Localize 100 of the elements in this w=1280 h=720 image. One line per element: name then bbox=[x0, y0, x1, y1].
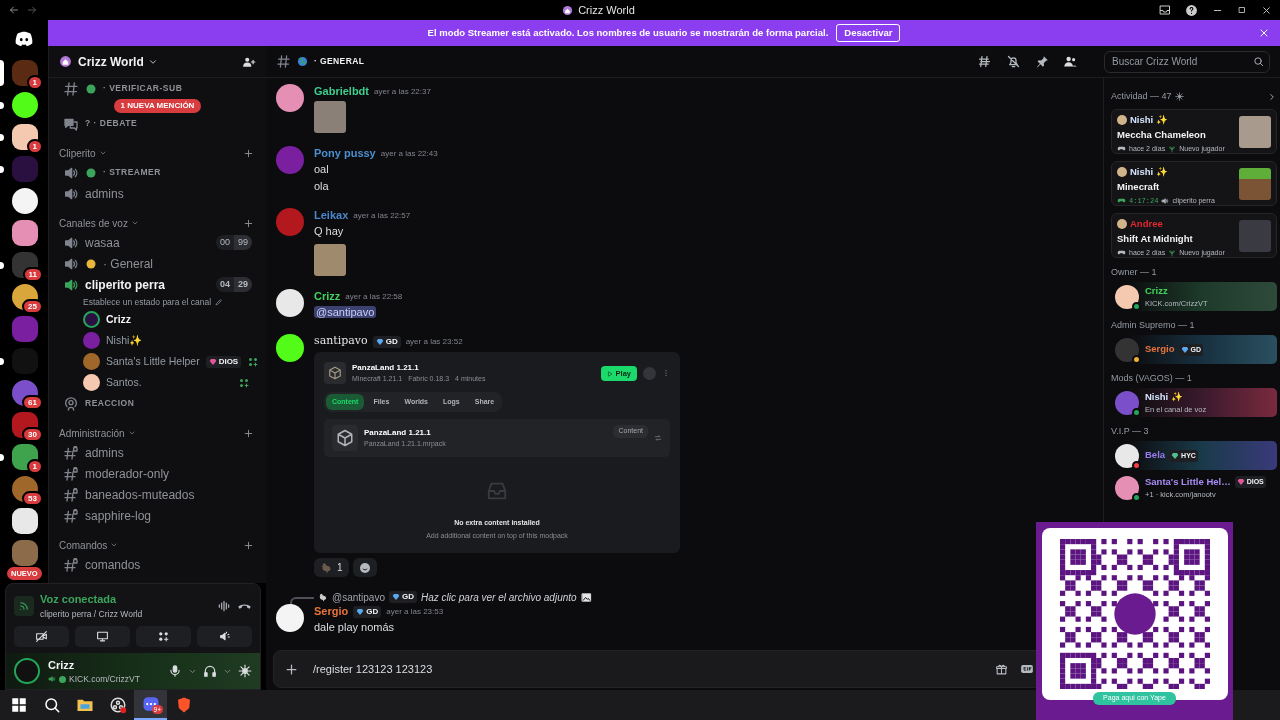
channel-item[interactable]: admins bbox=[57, 442, 258, 463]
headphones-icon[interactable] bbox=[203, 664, 217, 679]
username: Bela bbox=[1145, 448, 1166, 463]
group-title: Mods (VAGOS) — 1 bbox=[1111, 372, 1193, 385]
username: Sergio bbox=[1145, 342, 1175, 357]
user-avatar[interactable] bbox=[276, 84, 304, 112]
message-text: dale play nomás bbox=[314, 620, 396, 635]
waveform-icon[interactable] bbox=[217, 598, 231, 613]
voice-channel-name[interactable]: cliperito perra / Crizz World bbox=[40, 607, 143, 621]
pin-icon[interactable] bbox=[1035, 54, 1049, 69]
username[interactable]: santipavo bbox=[314, 333, 368, 350]
screen-share-button[interactable] bbox=[75, 626, 130, 648]
pencil-icon[interactable] bbox=[215, 298, 224, 306]
add-channel-icon[interactable] bbox=[243, 427, 254, 439]
server-icon bbox=[59, 55, 72, 68]
user-avatar[interactable] bbox=[276, 334, 304, 362]
message-text: oal bbox=[314, 162, 330, 177]
help-icon[interactable] bbox=[1185, 3, 1198, 17]
channel-item[interactable]: comandos bbox=[57, 554, 258, 575]
channel-item[interactable]: cliperito perra 04 29 bbox=[57, 274, 258, 295]
server-icon[interactable] bbox=[12, 508, 38, 534]
channel-item[interactable]: wasaa 00 99 bbox=[57, 232, 258, 253]
unread-count-badge: 53 bbox=[22, 491, 43, 506]
category-header[interactable]: Administración bbox=[59, 425, 243, 441]
channel-item[interactable]: · General bbox=[57, 253, 258, 274]
user-mention[interactable]: @santipavo bbox=[314, 306, 377, 318]
username: Crizz bbox=[1145, 283, 1168, 298]
close-icon[interactable] bbox=[1258, 27, 1270, 39]
tag-label: GD bbox=[366, 605, 379, 618]
server-icon[interactable] bbox=[12, 188, 38, 214]
gif-icon[interactable] bbox=[1020, 662, 1034, 676]
channel-item[interactable]: admins bbox=[57, 183, 258, 204]
channel-item[interactable]: ? · DEBATE bbox=[57, 113, 258, 134]
server-icon[interactable] bbox=[12, 220, 38, 246]
user-avatar[interactable] bbox=[14, 658, 40, 685]
camera-off-icon bbox=[35, 630, 48, 644]
unread-count-badge: 1 bbox=[26, 75, 43, 90]
reaction-button[interactable]: 1 bbox=[314, 558, 349, 577]
add-channel-icon[interactable] bbox=[243, 147, 254, 159]
game-title: Shift At Midnight bbox=[1117, 232, 1194, 247]
cube-icon bbox=[336, 429, 354, 447]
search-input[interactable]: Buscar Crizz World bbox=[1110, 53, 1253, 70]
search-icon[interactable] bbox=[1253, 56, 1264, 67]
category-header[interactable]: Cliperito bbox=[59, 145, 243, 161]
search-field[interactable]: Buscar Crizz World bbox=[1104, 50, 1270, 73]
channel-item[interactable]: · STREAMER bbox=[57, 162, 258, 183]
chevron-icon bbox=[110, 541, 119, 549]
channel-item[interactable]: baneados-muteados bbox=[57, 484, 258, 505]
close-icon[interactable] bbox=[1261, 4, 1272, 16]
members-icon[interactable] bbox=[1063, 54, 1078, 69]
username: Nishi ✨ bbox=[1145, 389, 1183, 404]
activities-button[interactable] bbox=[136, 626, 191, 648]
username[interactable]: Pony pussy bbox=[314, 145, 376, 162]
user-avatar[interactable] bbox=[276, 289, 304, 317]
back-icon[interactable] bbox=[8, 4, 20, 16]
server-icon[interactable] bbox=[12, 92, 38, 118]
reply-preview[interactable]: Haz clic para ver el archivo adjunto bbox=[420, 589, 577, 605]
add-channel-icon[interactable] bbox=[243, 539, 254, 551]
inbox-icon[interactable] bbox=[1159, 4, 1171, 16]
chevron-icon[interactable] bbox=[1267, 91, 1277, 102]
channel-status-hint[interactable]: Establece un estado para el canal bbox=[83, 295, 212, 309]
threads-icon[interactable] bbox=[977, 54, 992, 69]
server-name-menu[interactable]: Crizz World bbox=[78, 52, 158, 71]
soundboard-button[interactable] bbox=[197, 626, 252, 648]
app-screenshot[interactable] bbox=[314, 352, 680, 553]
voice-member[interactable]: Nishi✨ bbox=[57, 330, 258, 351]
category-header[interactable]: Canales de voz bbox=[59, 215, 243, 231]
maximize-icon[interactable] bbox=[1237, 5, 1247, 15]
hash-icon bbox=[63, 80, 79, 97]
voice-member[interactable]: Santos. bbox=[57, 372, 258, 393]
modpack-title: PanzaLand 1.21.1 bbox=[364, 426, 432, 439]
channel-item[interactable]: moderador-only bbox=[57, 463, 258, 484]
deactivate-button[interactable]: Desactivar bbox=[836, 23, 901, 43]
camera-off-button[interactable] bbox=[14, 626, 69, 648]
add-reaction-button[interactable] bbox=[352, 558, 377, 577]
username[interactable]: Gabrielbdt bbox=[314, 83, 369, 100]
gift-icon[interactable] bbox=[995, 662, 1008, 676]
username[interactable]: Leikax bbox=[314, 207, 349, 224]
message-input[interactable]: /register 123123 123123 bbox=[311, 659, 983, 679]
channel-item[interactable]: · VERIFICAR-SUB bbox=[57, 78, 258, 99]
plus-icon[interactable] bbox=[284, 661, 299, 677]
new-mention-pill[interactable]: 1 NUEVA MENCIÓN bbox=[113, 99, 202, 113]
microphone-icon[interactable] bbox=[168, 664, 182, 679]
settings-icon[interactable] bbox=[1174, 92, 1184, 101]
channel-item[interactable]: REACCION bbox=[57, 393, 258, 414]
game-art-placeholder bbox=[1239, 115, 1271, 148]
username[interactable]: Crizz bbox=[314, 288, 341, 305]
voice-member[interactable]: Crizz bbox=[57, 309, 258, 330]
smiley-icon bbox=[358, 561, 371, 574]
voice-member[interactable]: Santa's Little Helper DIOS bbox=[57, 351, 258, 372]
username[interactable]: Sergio bbox=[314, 603, 349, 620]
category-header[interactable]: Comandos bbox=[59, 537, 243, 553]
user-avatar[interactable] bbox=[276, 604, 304, 632]
reply-author[interactable]: @santipavo bbox=[332, 589, 385, 605]
muted-bell-icon[interactable] bbox=[1006, 54, 1021, 69]
channel-item[interactable]: sapphire-log bbox=[57, 505, 258, 526]
add-channel-icon[interactable] bbox=[243, 217, 254, 229]
swap-icon[interactable] bbox=[654, 434, 662, 442]
sprout-icon bbox=[1168, 144, 1177, 153]
tag-label: GD bbox=[401, 591, 414, 603]
